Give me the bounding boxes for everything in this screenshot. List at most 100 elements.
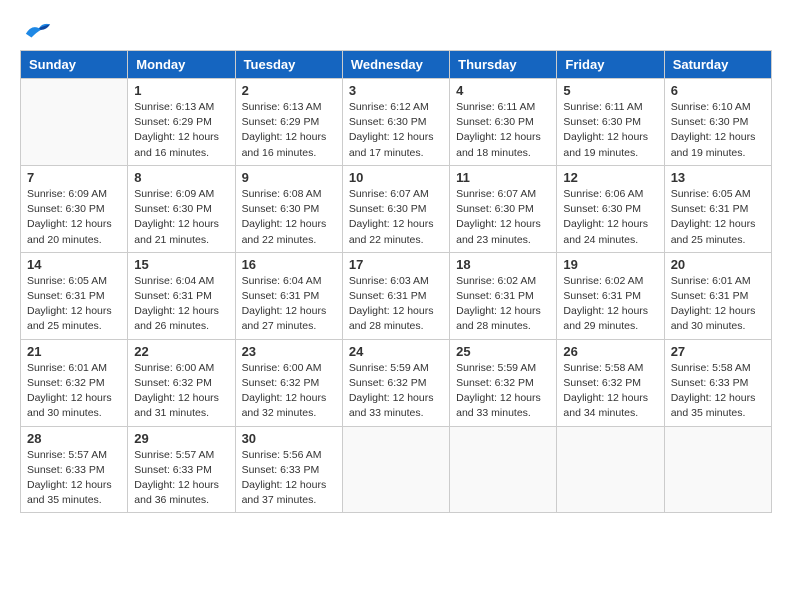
calendar-table: SundayMondayTuesdayWednesdayThursdayFrid… (20, 50, 772, 513)
day-header-sunday: Sunday (21, 51, 128, 79)
calendar-cell: 27 Sunrise: 5:58 AMSunset: 6:33 PMDayligh… (664, 339, 771, 426)
day-info: Sunrise: 6:08 AMSunset: 6:30 PMDaylight:… (242, 187, 336, 248)
week-row-4: 21 Sunrise: 6:01 AMSunset: 6:32 PMDayligh… (21, 339, 772, 426)
day-number: 21 (27, 344, 121, 359)
calendar-cell: 3Sunrise: 6:12 AMSunset: 6:30 PMDaylight… (342, 79, 449, 166)
day-number: 19 (563, 257, 657, 272)
calendar-cell: 1 Sunrise: 6:13 AMSunset: 6:29 PMDaylight… (128, 79, 235, 166)
calendar-cell: 25 Sunrise: 5:59 AMSunset: 6:32 PMDayligh… (450, 339, 557, 426)
day-info: Sunrise: 6:09 AMSunset: 6:30 PMDaylight:… (27, 187, 121, 248)
day-number: 5 (563, 83, 657, 98)
calendar-cell: 19 Sunrise: 6:02 AMSunset: 6:31 PMDayligh… (557, 252, 664, 339)
calendar-cell: 22 Sunrise: 6:00 AMSunset: 6:32 PMDayligh… (128, 339, 235, 426)
day-number: 12 (563, 170, 657, 185)
day-info: Sunrise: 6:06 AMSunset: 6:30 PMDaylight:… (563, 187, 657, 248)
day-header-monday: Monday (128, 51, 235, 79)
day-header-wednesday: Wednesday (342, 51, 449, 79)
day-number: 2 (242, 83, 336, 98)
day-number: 20 (671, 257, 765, 272)
day-info: Sunrise: 6:01 AMSunset: 6:31 PMDaylight:… (671, 274, 765, 335)
logo (20, 20, 52, 40)
calendar-cell: 20 Sunrise: 6:01 AMSunset: 6:31 PMDayligh… (664, 252, 771, 339)
day-number: 27 (671, 344, 765, 359)
day-info: Sunrise: 5:56 AMSunset: 6:33 PMDaylight:… (242, 448, 336, 509)
page-header (20, 20, 772, 40)
day-number: 23 (242, 344, 336, 359)
day-number: 18 (456, 257, 550, 272)
day-info: Sunrise: 6:03 AMSunset: 6:31 PMDaylight:… (349, 274, 443, 335)
day-info: Sunrise: 6:11 AMSunset: 6:30 PMDaylight:… (563, 100, 657, 161)
calendar-cell (450, 426, 557, 513)
calendar-cell: 18 Sunrise: 6:02 AMSunset: 6:31 PMDayligh… (450, 252, 557, 339)
day-info: Sunrise: 6:13 AMSunset: 6:29 PMDaylight:… (242, 100, 336, 161)
calendar-cell: 2 Sunrise: 6:13 AMSunset: 6:29 PMDaylight… (235, 79, 342, 166)
day-number: 16 (242, 257, 336, 272)
calendar-cell: 16Sunrise: 6:04 AMSunset: 6:31 PMDayligh… (235, 252, 342, 339)
day-info: Sunrise: 6:05 AMSunset: 6:31 PMDaylight:… (671, 187, 765, 248)
day-number: 22 (134, 344, 228, 359)
calendar-cell: 13 Sunrise: 6:05 AMSunset: 6:31 PMDayligh… (664, 165, 771, 252)
day-number: 3 (349, 83, 443, 98)
day-number: 24 (349, 344, 443, 359)
day-info: Sunrise: 6:04 AMSunset: 6:31 PMDaylight:… (134, 274, 228, 335)
day-info: Sunrise: 6:02 AMSunset: 6:31 PMDaylight:… (456, 274, 550, 335)
day-info: Sunrise: 5:59 AMSunset: 6:32 PMDaylight:… (349, 361, 443, 422)
calendar-cell (664, 426, 771, 513)
day-number: 30 (242, 431, 336, 446)
day-info: Sunrise: 6:00 AMSunset: 6:32 PMDaylight:… (134, 361, 228, 422)
calendar-cell: 12 Sunrise: 6:06 AMSunset: 6:30 PMDayligh… (557, 165, 664, 252)
calendar-cell: 8 Sunrise: 6:09 AMSunset: 6:30 PMDaylight… (128, 165, 235, 252)
calendar-cell: 4 Sunrise: 6:11 AMSunset: 6:30 PMDaylight… (450, 79, 557, 166)
calendar-cell: 23 Sunrise: 6:00 AMSunset: 6:32 PMDayligh… (235, 339, 342, 426)
calendar-cell: 17Sunrise: 6:03 AMSunset: 6:31 PMDayligh… (342, 252, 449, 339)
day-info: Sunrise: 6:02 AMSunset: 6:31 PMDaylight:… (563, 274, 657, 335)
calendar-cell: 10 Sunrise: 6:07 AMSunset: 6:30 PMDayligh… (342, 165, 449, 252)
day-header-thursday: Thursday (450, 51, 557, 79)
calendar-cell: 24 Sunrise: 5:59 AMSunset: 6:32 PMDayligh… (342, 339, 449, 426)
day-info: Sunrise: 6:07 AMSunset: 6:30 PMDaylight:… (456, 187, 550, 248)
week-row-5: 28 Sunrise: 5:57 AMSunset: 6:33 PMDayligh… (21, 426, 772, 513)
day-header-friday: Friday (557, 51, 664, 79)
calendar-cell: 26Sunrise: 5:58 AMSunset: 6:32 PMDayligh… (557, 339, 664, 426)
calendar-cell (21, 79, 128, 166)
day-number: 10 (349, 170, 443, 185)
week-row-2: 7 Sunrise: 6:09 AMSunset: 6:30 PMDaylight… (21, 165, 772, 252)
calendar-cell: 14Sunrise: 6:05 AMSunset: 6:31 PMDayligh… (21, 252, 128, 339)
day-info: Sunrise: 6:13 AMSunset: 6:29 PMDaylight:… (134, 100, 228, 161)
day-number: 14 (27, 257, 121, 272)
day-info: Sunrise: 6:01 AMSunset: 6:32 PMDaylight:… (27, 361, 121, 422)
day-number: 1 (134, 83, 228, 98)
day-info: Sunrise: 6:09 AMSunset: 6:30 PMDaylight:… (134, 187, 228, 248)
calendar-cell: 9Sunrise: 6:08 AMSunset: 6:30 PMDaylight… (235, 165, 342, 252)
day-header-saturday: Saturday (664, 51, 771, 79)
day-number: 8 (134, 170, 228, 185)
day-info: Sunrise: 5:59 AMSunset: 6:32 PMDaylight:… (456, 361, 550, 422)
calendar-cell (342, 426, 449, 513)
day-info: Sunrise: 6:07 AMSunset: 6:30 PMDaylight:… (349, 187, 443, 248)
week-row-1: 1 Sunrise: 6:13 AMSunset: 6:29 PMDaylight… (21, 79, 772, 166)
calendar-cell: 7 Sunrise: 6:09 AMSunset: 6:30 PMDaylight… (21, 165, 128, 252)
day-number: 7 (27, 170, 121, 185)
day-number: 4 (456, 83, 550, 98)
day-info: Sunrise: 5:58 AMSunset: 6:33 PMDaylight:… (671, 361, 765, 422)
day-number: 28 (27, 431, 121, 446)
day-number: 29 (134, 431, 228, 446)
day-info: Sunrise: 5:57 AMSunset: 6:33 PMDaylight:… (134, 448, 228, 509)
calendar-cell (557, 426, 664, 513)
day-info: Sunrise: 6:10 AMSunset: 6:30 PMDaylight:… (671, 100, 765, 161)
calendar-cell: 28Sunrise: 5:57 AMSunset: 6:33 PMDayligh… (21, 426, 128, 513)
day-header-tuesday: Tuesday (235, 51, 342, 79)
logo-bird-icon (24, 20, 52, 40)
day-number: 13 (671, 170, 765, 185)
day-number: 25 (456, 344, 550, 359)
day-number: 11 (456, 170, 550, 185)
day-info: Sunrise: 6:00 AMSunset: 6:32 PMDaylight:… (242, 361, 336, 422)
day-number: 15 (134, 257, 228, 272)
calendar-cell: 21 Sunrise: 6:01 AMSunset: 6:32 PMDayligh… (21, 339, 128, 426)
calendar-cell: 6 Sunrise: 6:10 AMSunset: 6:30 PMDaylight… (664, 79, 771, 166)
day-number: 6 (671, 83, 765, 98)
day-info: Sunrise: 5:58 AMSunset: 6:32 PMDaylight:… (563, 361, 657, 422)
day-info: Sunrise: 6:11 AMSunset: 6:30 PMDaylight:… (456, 100, 550, 161)
calendar-cell: 15 Sunrise: 6:04 AMSunset: 6:31 PMDayligh… (128, 252, 235, 339)
calendar-cell: 11 Sunrise: 6:07 AMSunset: 6:30 PMDayligh… (450, 165, 557, 252)
